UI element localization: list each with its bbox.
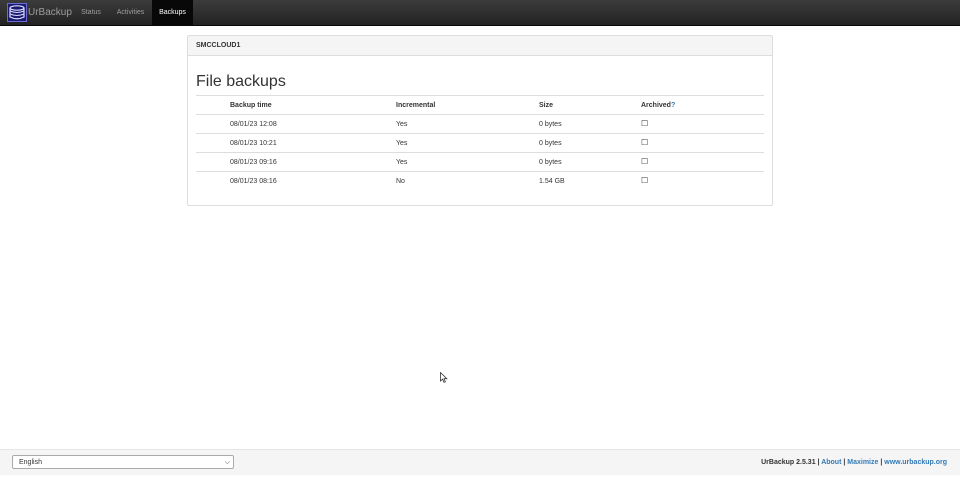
header-size[interactable]: Size bbox=[539, 95, 641, 115]
table-row[interactable]: 08/01/23 08:16 No 1.54 GB ☐ bbox=[196, 171, 764, 190]
footer-links: UrBackup 2.5.31 | About | Maximize | www… bbox=[761, 459, 947, 466]
section-title: File backups bbox=[196, 73, 286, 90]
footer: English ⌵ UrBackup 2.5.31 | About | Maxi… bbox=[0, 449, 960, 475]
incremental-cell: Yes bbox=[396, 152, 539, 172]
size-cell: 0 bytes bbox=[539, 114, 641, 134]
archived-help-link[interactable]: ? bbox=[671, 102, 675, 109]
header-archived: Archived? bbox=[641, 95, 764, 115]
maximize-link[interactable]: Maximize bbox=[847, 459, 878, 466]
archived-checkbox[interactable]: ☐ bbox=[641, 176, 648, 185]
chevron-down-icon: ⌵ bbox=[224, 459, 230, 466]
archived-checkbox[interactable]: ☐ bbox=[641, 157, 648, 166]
mouse-cursor-icon bbox=[440, 372, 448, 383]
nav-backups[interactable]: Backups bbox=[152, 0, 193, 25]
brand[interactable]: UrBackup bbox=[7, 3, 72, 22]
backups-panel: SMCCLOUD1 File backups Backup time Incre… bbox=[187, 35, 773, 206]
header-spacer bbox=[196, 95, 230, 115]
table-header-row: Backup time Incremental Size Archived? bbox=[196, 95, 764, 115]
archived-checkbox[interactable]: ☐ bbox=[641, 138, 648, 147]
row-spacer bbox=[196, 133, 230, 153]
size-cell: 1.54 GB bbox=[539, 171, 641, 190]
size-cell: 0 bytes bbox=[539, 152, 641, 172]
table-row[interactable]: 08/01/23 12:08 Yes 0 bytes ☐ bbox=[196, 114, 764, 134]
website-link[interactable]: www.urbackup.org bbox=[884, 459, 947, 466]
table-row[interactable]: 08/01/23 10:21 Yes 0 bytes ☐ bbox=[196, 133, 764, 153]
incremental-cell: Yes bbox=[396, 114, 539, 134]
backup-time-cell: 08/01/23 10:21 bbox=[230, 133, 396, 153]
archived-checkbox[interactable]: ☐ bbox=[641, 119, 648, 128]
brand-name: UrBackup bbox=[28, 7, 72, 18]
row-spacer bbox=[196, 171, 230, 190]
backup-time-cell: 08/01/23 09:16 bbox=[230, 152, 396, 172]
language-select-value: English bbox=[19, 459, 42, 466]
header-backup-time[interactable]: Backup time bbox=[230, 95, 396, 115]
urbackup-logo-icon bbox=[7, 3, 27, 22]
nav-status[interactable]: Status bbox=[75, 0, 107, 25]
incremental-cell: No bbox=[396, 171, 539, 190]
client-name-heading: SMCCLOUD1 bbox=[188, 36, 772, 56]
row-spacer bbox=[196, 152, 230, 172]
about-link[interactable]: About bbox=[821, 459, 841, 466]
file-backups-table: Backup time Incremental Size Archived? 0… bbox=[196, 95, 764, 190]
backup-time-cell: 08/01/23 08:16 bbox=[230, 171, 396, 190]
row-spacer bbox=[196, 114, 230, 134]
header-incremental[interactable]: Incremental bbox=[396, 95, 539, 115]
version-label: UrBackup 2.5.31 bbox=[761, 459, 816, 466]
table-row[interactable]: 08/01/23 09:16 Yes 0 bytes ☐ bbox=[196, 152, 764, 172]
incremental-cell: Yes bbox=[396, 133, 539, 153]
language-select[interactable]: English ⌵ bbox=[12, 455, 234, 469]
backup-time-cell: 08/01/23 12:08 bbox=[230, 114, 396, 134]
header-archived-label: Archived bbox=[641, 101, 671, 109]
top-navbar: UrBackup Status Activities Backups bbox=[0, 0, 960, 26]
size-cell: 0 bytes bbox=[539, 133, 641, 153]
nav-activities[interactable]: Activities bbox=[110, 0, 151, 25]
